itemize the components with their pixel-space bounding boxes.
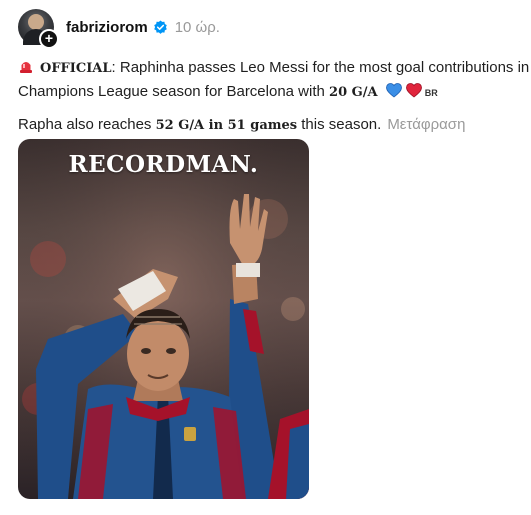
player-illustration (18, 139, 309, 499)
siren-icon (20, 62, 32, 73)
post-text: OFFICIAL: Raphinha passes Leo Messi for … (18, 56, 531, 137)
games-count-51: 51 games (227, 118, 298, 133)
post-timestamp[interactable]: 10 ώρ. (175, 19, 220, 36)
post-line-2-text: Champions League season for Barcelona wi… (18, 83, 330, 100)
username-link[interactable]: fabriziorom (66, 19, 148, 36)
post-line-3: Rapha also reaches 52 G/A in 51 games th… (18, 113, 531, 137)
post-image[interactable]: RECORDMAN. (18, 139, 309, 499)
image-caption: RECORDMAN. (68, 151, 259, 178)
post-header: + fabriziorom 10 ώρ. (18, 8, 220, 49)
red-heart-icon (405, 83, 422, 98)
br-flag-label: BR (424, 88, 438, 98)
follow-plus-icon[interactable]: + (39, 29, 59, 49)
blue-heart-icon (385, 83, 402, 98)
ga-count-52: 52 G/A (155, 118, 205, 133)
post-line-2: Champions League season for Barcelona wi… (18, 80, 531, 105)
official-label: OFFICIAL (40, 61, 112, 76)
post-line-3-end: this season. (297, 116, 382, 133)
post-line-3-mid: in (204, 118, 228, 133)
translate-link[interactable]: Μετάφραση (387, 116, 465, 133)
avatar[interactable]: + (18, 9, 59, 49)
verified-badge-icon (153, 19, 167, 34)
ga-count-20: 20 G/A (329, 85, 378, 100)
post-line-1-text: : Raphinha passes Leo Messi for the most… (111, 59, 531, 76)
post-line-1: OFFICIAL: Raphinha passes Leo Messi for … (18, 56, 531, 80)
post-line-3-a: Rapha also reaches (18, 116, 156, 133)
